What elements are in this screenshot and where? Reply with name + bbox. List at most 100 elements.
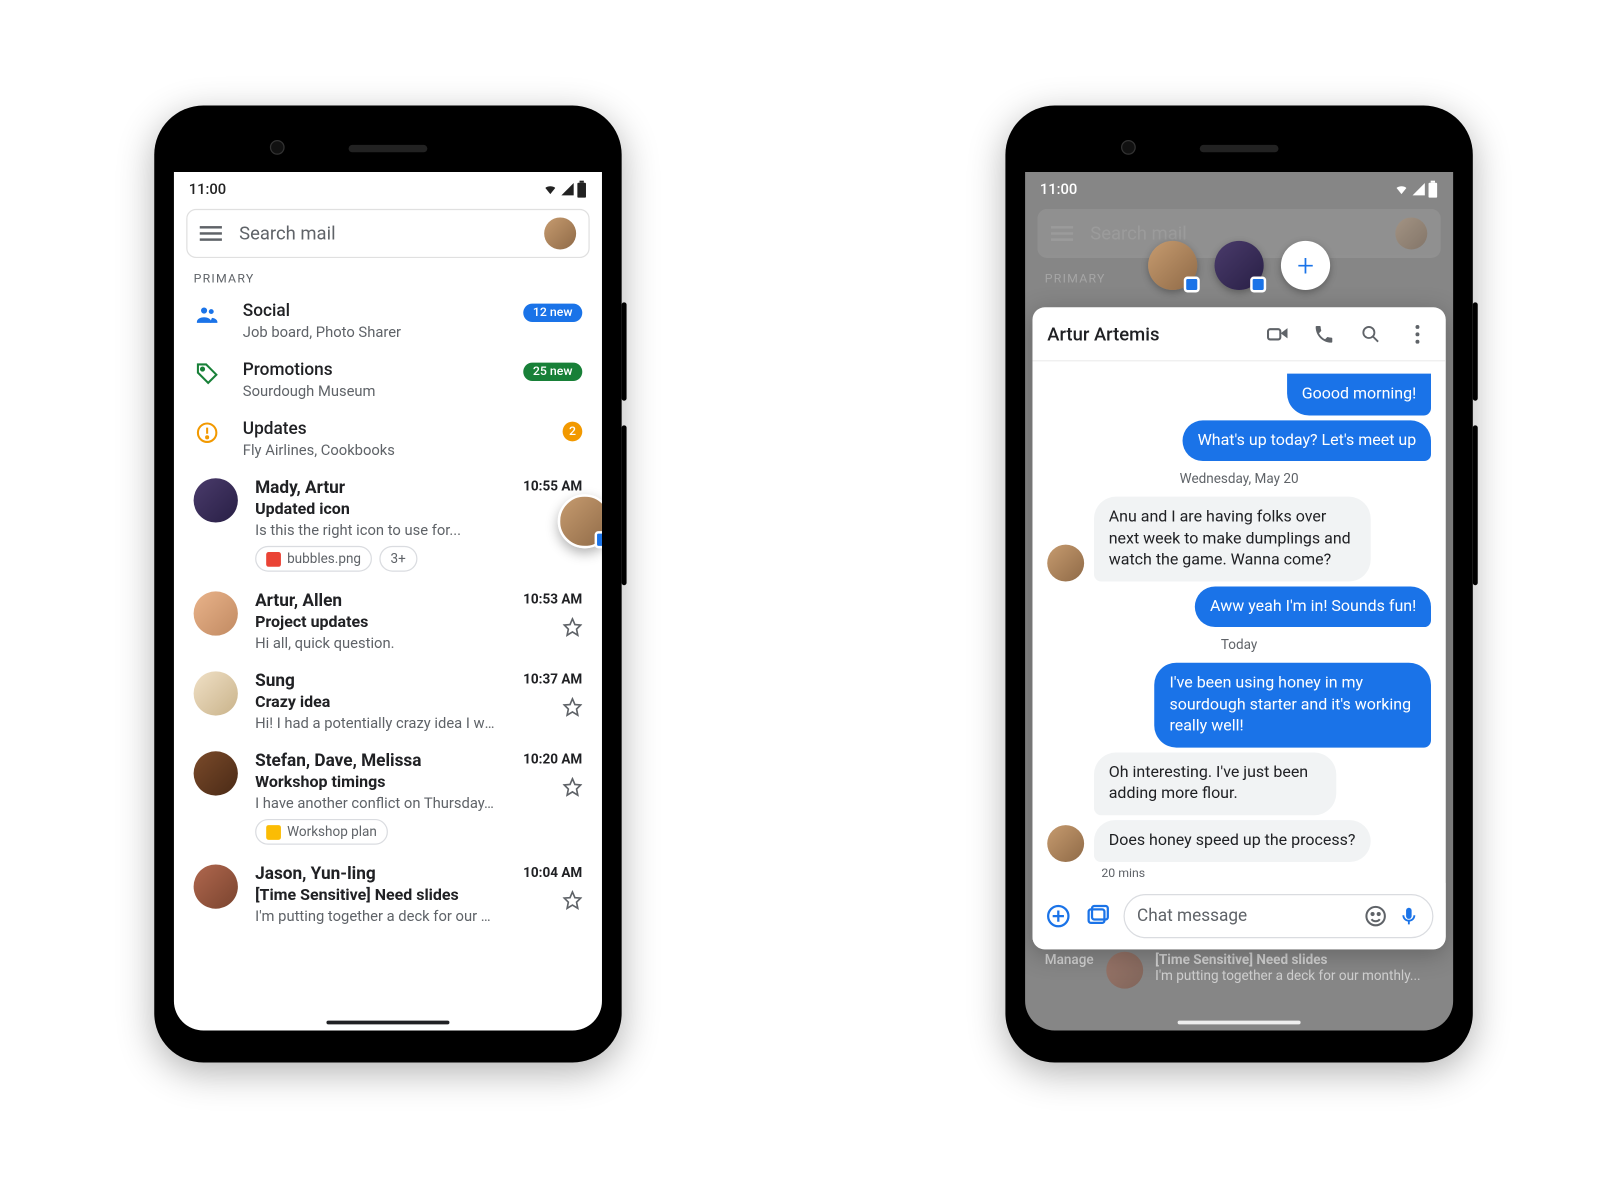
chat-message-sent: What's up today? Let's meet up [1183, 420, 1431, 461]
chat-message-received: Does honey speed up the process? [1094, 820, 1370, 861]
mail-row[interactable]: Sung Crazy idea Hi! I had a potentially … [174, 662, 602, 742]
mail-from: Stefan, Dave, Melissa [255, 751, 496, 771]
bubble-bar: + [1025, 233, 1453, 297]
chat-header: Artur Artemis [1032, 307, 1445, 361]
chat-input-placeholder: Chat message [1137, 906, 1353, 926]
category-sub: Fly Airlines, Cookbooks [243, 441, 541, 458]
mail-row[interactable]: Jason, Yun-ling [Time Sensitive] Need sl… [174, 855, 602, 935]
video-call-icon[interactable] [1264, 320, 1291, 347]
mail-subject: [Time Sensitive] Need slides [255, 887, 496, 905]
phone-chat: 11:00 Search mail PRIMARY + [1005, 106, 1472, 1063]
mail-preview: I'm putting together a deck for our mont… [255, 908, 496, 925]
mail-time: 10:37 AM [523, 671, 582, 687]
search-placeholder: Search mail [239, 222, 527, 244]
sender-avatar[interactable] [194, 591, 238, 635]
image-icon [266, 551, 281, 566]
attachment-chip[interactable]: Workshop plan [255, 819, 388, 845]
category-sub: Job board, Photo Sharer [243, 323, 501, 340]
side-button [1473, 302, 1478, 400]
mic-icon[interactable] [1398, 905, 1420, 927]
gesture-bar [326, 1021, 449, 1025]
more-icon[interactable] [1404, 320, 1431, 347]
add-attachment-icon[interactable] [1045, 903, 1072, 930]
sender-avatar[interactable] [194, 671, 238, 715]
mail-preview: Hi all, quick question. [255, 634, 496, 651]
category-promotions[interactable]: Promotions Sourdough Museum 25 new [174, 350, 602, 409]
bottom-peek: Manage [Time Sensitive] Need slides I'm … [1032, 952, 1445, 1018]
chat-input[interactable]: Chat message [1123, 894, 1433, 938]
chat-app-badge [1184, 277, 1200, 293]
sender-avatar[interactable] [194, 864, 238, 908]
peek-subject: [Time Sensitive] Need slides [1155, 952, 1433, 968]
star-icon[interactable] [563, 777, 583, 797]
star-icon[interactable] [563, 697, 583, 717]
chat-message-received: Oh interesting. I've just been adding mo… [1094, 752, 1337, 815]
mail-preview: Hi! I had a potentially crazy idea I wan… [255, 714, 496, 731]
battery-icon [576, 181, 587, 198]
mail-from: Artur, Allen [255, 591, 496, 611]
signal-icon [561, 183, 573, 195]
attachment-chip[interactable]: bubbles.png [255, 546, 372, 572]
side-button [1473, 425, 1478, 585]
info-icon [194, 419, 221, 446]
mail-preview: I have another conflict on Thursday. Is … [255, 794, 496, 811]
chat-app-badge [595, 531, 602, 548]
day-separator: Today [1047, 637, 1431, 653]
manage-label[interactable]: Manage [1045, 952, 1094, 968]
chat-contact-name: Artur Artemis [1047, 323, 1244, 345]
search-bar[interactable]: Search mail [186, 209, 589, 258]
mail-from: Mady, Artur [255, 478, 496, 498]
mail-subject: Crazy idea [255, 693, 496, 711]
menu-icon[interactable] [200, 226, 222, 241]
phone-camera [1121, 140, 1136, 155]
account-avatar[interactable] [544, 217, 576, 249]
chat-bubble-head[interactable] [1215, 241, 1264, 290]
phone-call-icon[interactable] [1310, 320, 1337, 347]
status-bar: 11:00 [174, 172, 602, 202]
chat-message-sent: Aww yeah I'm in! Sounds fun! [1195, 586, 1431, 627]
chat-avatar[interactable] [1047, 825, 1084, 862]
attachment-more[interactable]: 3+ [379, 546, 416, 572]
gallery-icon[interactable] [1084, 903, 1111, 930]
slides-icon [266, 824, 281, 839]
people-icon [194, 301, 221, 328]
phone-speaker [1200, 145, 1279, 152]
category-social[interactable]: Social Job board, Photo Sharer 12 new [174, 291, 602, 350]
tag-icon [194, 360, 221, 387]
mail-from: Jason, Yun-ling [255, 864, 496, 884]
mail-row[interactable]: Artur, Allen Project updates Hi all, qui… [174, 582, 602, 662]
chat-message-sent: I've been using honey in my sourdough st… [1155, 663, 1431, 747]
section-label: PRIMARY [174, 265, 602, 291]
side-button [622, 425, 627, 585]
mail-time: 10:53 AM [523, 591, 582, 607]
category-updates[interactable]: Updates Fly Airlines, Cookbooks 2 [174, 409, 602, 468]
chat-message-sent: Goood morning! [1287, 374, 1431, 415]
phone-camera [270, 140, 285, 155]
emoji-icon[interactable] [1363, 904, 1388, 929]
day-separator: Wednesday, May 20 [1047, 471, 1431, 487]
mail-row[interactable]: Stefan, Dave, Melissa Workshop timings I… [174, 741, 602, 854]
add-bubble-button[interactable]: + [1281, 241, 1330, 290]
mail-time: 10:55 AM [523, 478, 582, 494]
gesture-bar [1178, 1021, 1301, 1025]
category-sub: Sourdough Museum [243, 382, 501, 399]
category-title: Promotions [243, 360, 501, 380]
peek-preview: I'm putting together a deck for our mont… [1155, 968, 1433, 984]
search-icon[interactable] [1357, 320, 1384, 347]
chat-bubble-head[interactable] [1148, 241, 1197, 290]
star-icon[interactable] [563, 890, 583, 910]
chat-avatar[interactable] [1047, 544, 1084, 581]
mail-from: Sung [255, 671, 496, 691]
chat-app-badge [1250, 277, 1266, 293]
chat-panel: Artur Artemis Goood morning! What's up t… [1032, 307, 1445, 949]
badge-new: 25 new [523, 363, 582, 381]
chat-body[interactable]: Goood morning! What's up today? Let's me… [1032, 361, 1445, 883]
sender-avatar[interactable] [194, 751, 238, 795]
chat-compose-bar: Chat message [1032, 883, 1445, 949]
mail-row[interactable]: Mady, Artur Updated icon Is this the rig… [174, 468, 602, 581]
mail-subject: Updated icon [255, 500, 496, 518]
phone-speaker [349, 145, 428, 152]
chat-message-received: Anu and I are having folks over next wee… [1094, 497, 1370, 581]
sender-avatar[interactable] [194, 478, 238, 522]
star-icon[interactable] [563, 617, 583, 637]
